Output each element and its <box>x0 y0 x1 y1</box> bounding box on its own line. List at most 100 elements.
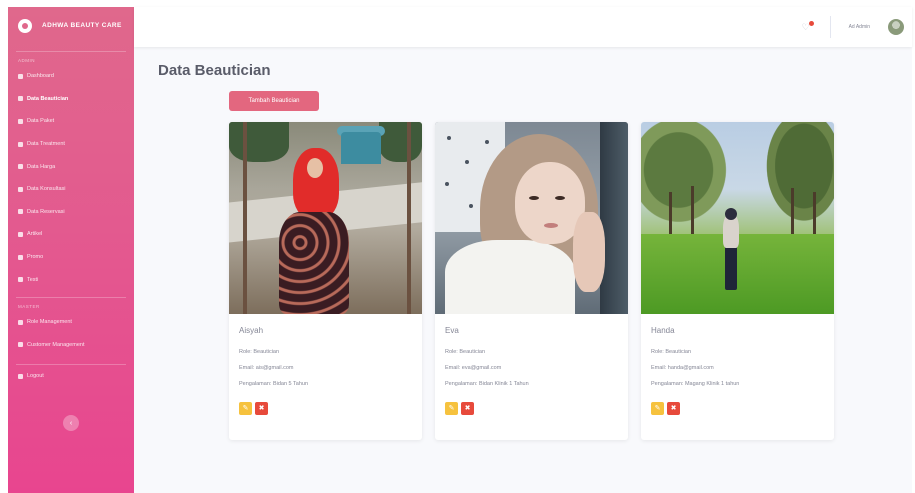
beautician-card: Handa Role: Beautician Email: handa@gmai… <box>641 122 834 440</box>
photo-detail <box>379 122 422 162</box>
photo-detail <box>529 196 539 200</box>
sidebar-heading-admin: Admin <box>18 58 35 63</box>
brand-name: ADHWA BEAUTY CARE <box>42 22 122 29</box>
delete-button[interactable]: ✖ <box>255 402 268 415</box>
page-title: Data Beautician <box>158 62 271 79</box>
key-icon <box>18 319 23 325</box>
dashboard-icon <box>18 73 23 79</box>
notification-badge <box>808 21 814 26</box>
card-actions: ✎ ✖ <box>445 402 618 415</box>
beautician-photo <box>641 122 834 314</box>
user-avatar[interactable] <box>888 19 904 35</box>
edit-button[interactable]: ✎ <box>239 402 252 415</box>
beautician-photo <box>229 122 422 314</box>
sidebar-item-customer-management[interactable]: Customer Management <box>8 334 134 357</box>
sidebar-item-label: Customer Management <box>27 341 85 348</box>
photo-detail <box>544 223 558 228</box>
sidebar-item-logout[interactable]: Logout <box>8 365 134 388</box>
logout-icon <box>18 373 23 379</box>
beautician-role: Role: Beautician <box>445 349 486 355</box>
delete-button[interactable]: ✖ <box>461 402 474 415</box>
photo-detail <box>465 160 469 164</box>
sidebar-heading-master: Master <box>18 303 40 309</box>
sidebar-item-label: Data Harga <box>27 163 56 170</box>
card-actions: ✎ ✖ <box>651 402 824 415</box>
photo-detail <box>445 240 575 314</box>
photo-detail <box>243 122 247 314</box>
beautician-card: Aisyah Role: Beautician Email: ais@gmail… <box>229 122 422 440</box>
card-actions: ✎ ✖ <box>239 402 412 415</box>
sidebar-item-label: Data Treatment <box>27 141 65 148</box>
sidebar-item-role-management[interactable]: Role Management <box>8 311 134 334</box>
photo-detail <box>725 246 737 290</box>
photo-detail <box>279 212 349 314</box>
flower-logo-icon <box>18 19 32 33</box>
sidebar-item-dashboard[interactable]: Dashboard <box>8 65 134 88</box>
photo-detail <box>555 196 565 200</box>
chat-icon <box>18 186 23 192</box>
card-body: Aisyah Role: Beautician Email: ais@gmail… <box>229 314 422 415</box>
photo-detail <box>307 158 323 178</box>
photo-detail <box>229 122 289 162</box>
sidebar-item-label: Logout <box>27 373 44 380</box>
photo-detail <box>469 204 473 208</box>
sidebar-item-label: Data Beautician <box>27 95 69 102</box>
beautician-name: Eva <box>445 326 459 335</box>
beautician-name: Handa <box>651 326 675 335</box>
sidebar-item-label: Testi <box>27 276 39 283</box>
sidebar-item-data-konsultasi[interactable]: Data Konsultasi <box>8 178 134 201</box>
photo-detail <box>600 122 628 314</box>
photo-detail <box>445 182 449 186</box>
sidebar-item-label: Data Konsultasi <box>27 186 66 193</box>
sidebar-item-data-paket[interactable]: Data Paket <box>8 110 134 133</box>
beautician-experience: Pengalaman: Bidan 5 Tahun <box>239 381 309 387</box>
card-body: Handa Role: Beautician Email: handa@gmai… <box>641 314 834 415</box>
beautician-email: Email: eva@gmail.com <box>445 365 502 371</box>
sidebar-item-data-reservasi[interactable]: Data Reservasi <box>8 201 134 224</box>
beautician-card: Eva Role: Beautician Email: eva@gmail.co… <box>435 122 628 440</box>
photo-detail <box>447 136 451 140</box>
user-cog-icon <box>18 342 23 348</box>
sidebar-toggle-button[interactable]: ‹ <box>63 415 79 431</box>
photo-detail <box>725 208 737 220</box>
sidebar-item-label: Data Paket <box>27 118 55 125</box>
sidebar-item-data-treatment[interactable]: Data Treatment <box>8 133 134 156</box>
sidebar-item-data-beautician[interactable]: Data Beautician <box>8 88 134 111</box>
beautician-name: Aisyah <box>239 326 264 335</box>
sidebar: ADHWA BEAUTY CARE Admin Dashboard Data B… <box>8 7 134 493</box>
sidebar-item-label: Data Reservasi <box>27 208 65 215</box>
photo-detail <box>759 122 834 232</box>
topbar-divider <box>829 16 831 38</box>
sidebar-brand[interactable]: ADHWA BEAUTY CARE <box>8 7 134 45</box>
notification-bell-icon[interactable]: ♡ <box>802 21 814 32</box>
spa-icon <box>18 141 23 147</box>
beautician-role: Role: Beautician <box>239 349 280 355</box>
photo-detail <box>407 122 411 314</box>
sidebar-item-promo[interactable]: Promo <box>8 246 134 269</box>
sidebar-item-label: Dashboard <box>27 73 54 80</box>
edit-button[interactable]: ✎ <box>651 402 664 415</box>
user-name[interactable]: Ad Admin <box>849 24 870 30</box>
edit-button[interactable]: ✎ <box>445 402 458 415</box>
file-icon <box>18 231 23 237</box>
photo-detail <box>485 140 489 144</box>
sidebar-item-testi[interactable]: Testi <box>8 268 134 291</box>
sidebar-item-label: Promo <box>27 254 44 261</box>
app-window: ADHWA BEAUTY CARE Admin Dashboard Data B… <box>8 7 912 493</box>
gift-icon <box>18 254 23 260</box>
box-icon <box>18 118 23 124</box>
main-content: ♡ Ad Admin Data Beautician Tambah Beauti… <box>134 7 912 493</box>
delete-button[interactable]: ✖ <box>667 402 680 415</box>
star-icon <box>18 277 23 283</box>
sidebar-item-artikel[interactable]: Artikel <box>8 223 134 246</box>
calendar-icon <box>18 209 23 215</box>
photo-detail <box>341 132 381 164</box>
add-beautician-button[interactable]: Tambah Beautician <box>229 91 319 111</box>
beautician-experience: Pengalaman: Magang Klinik 1 tahun <box>651 381 740 387</box>
sidebar-item-data-harga[interactable]: Data Harga <box>8 155 134 178</box>
tag-icon <box>18 164 23 170</box>
beautician-role: Role: Beautician <box>651 349 692 355</box>
beautician-email: Email: ais@gmail.com <box>239 365 294 371</box>
beautician-photo <box>435 122 628 314</box>
beautician-email: Email: handa@gmail.com <box>651 365 714 371</box>
